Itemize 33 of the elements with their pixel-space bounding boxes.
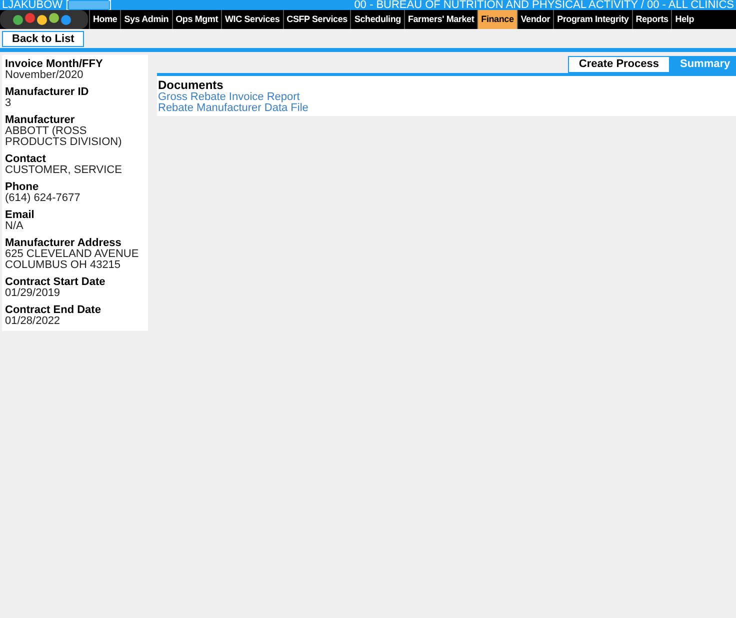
field-value: N/A [5, 221, 24, 232]
field-label: Phone [5, 182, 40, 193]
nav-tab[interactable]: Help [671, 10, 697, 29]
field-label: Manufacturer [5, 115, 76, 126]
field-label: Manufacturer Address [5, 238, 122, 249]
field-label: Email [5, 210, 36, 221]
field-label: Contact [5, 154, 47, 165]
field-value: 625 CLEVELAND AVENUE COLUMBUS OH 43215 [5, 249, 140, 271]
field-value: ABBOTT (ROSS PRODUCTS DIVISION) [5, 126, 123, 148]
field-label: Manufacturer ID [5, 87, 90, 98]
field-value: 3 [5, 98, 12, 109]
nav-tab[interactable]: Ops Mgmt [172, 10, 222, 29]
nav-tab[interactable]: Home [89, 10, 120, 29]
field-value: CUSTOMER, SERVICE [5, 165, 123, 176]
tab[interactable]: Create Process [568, 56, 670, 73]
nav-tab[interactable]: Farmers' Market [404, 10, 478, 29]
nav-tab[interactable]: CSFP Services [282, 10, 350, 29]
documents-title: Documents [158, 79, 224, 92]
field-value: 01/28/2022 [5, 316, 62, 327]
document-link[interactable]: Gross Rebate Invoice Report [158, 92, 300, 103]
back-to-list-button[interactable]: Back to List [2, 31, 84, 47]
nav-tab[interactable]: Reports [632, 10, 672, 29]
field-value: November/2020 [5, 70, 84, 81]
field-label: Contract End Date [5, 305, 102, 316]
field-value: 01/29/2019 [5, 288, 62, 299]
field-label: Invoice Month/FFY [5, 59, 104, 70]
nav-tab[interactable]: Scheduling [350, 10, 404, 29]
document-link[interactable]: Rebate Manufacturer Data File [158, 103, 308, 114]
field-label: Contract Start Date [5, 277, 106, 288]
nav-tab[interactable]: Finance [477, 10, 517, 29]
nav-tab[interactable]: Vendor [516, 10, 554, 29]
field-value: (614) 624-7677 [5, 193, 82, 204]
nav-tab[interactable]: Program Integrity [553, 10, 632, 29]
